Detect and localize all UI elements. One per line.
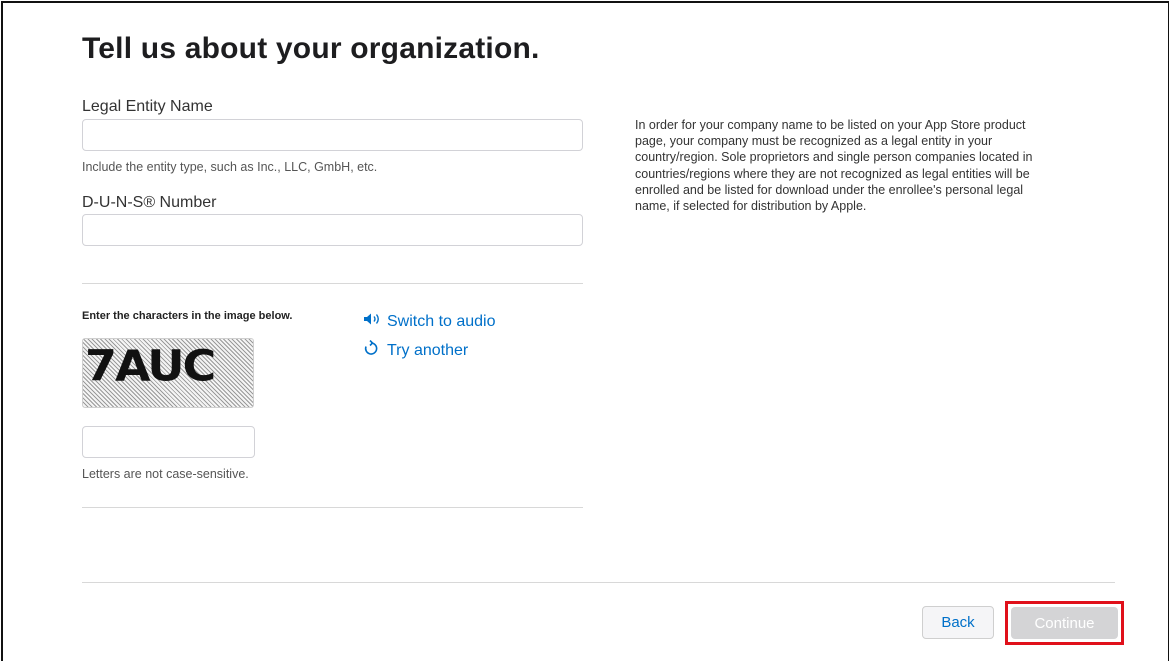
duns-number-input[interactable] — [82, 214, 583, 246]
captcha-hint: Letters are not case-sensitive. — [82, 467, 249, 481]
try-another-label: Try another — [387, 341, 469, 359]
switch-to-audio-link[interactable]: Switch to audio — [363, 312, 496, 331]
continue-button[interactable]: Continue — [1011, 607, 1118, 639]
switch-to-audio-label: Switch to audio — [387, 312, 496, 330]
captcha-characters: 7AUC — [85, 341, 216, 391]
legal-entity-hint: Include the entity type, such as Inc., L… — [82, 160, 378, 174]
duns-number-label: D-U-N-S® Number — [82, 194, 217, 211]
captcha-divider — [82, 507, 583, 508]
back-button[interactable]: Back — [922, 606, 994, 639]
captcha-image: 7AUC — [82, 338, 254, 408]
section-divider — [82, 283, 583, 284]
page-title: Tell us about your organization. — [82, 32, 540, 65]
speaker-icon — [363, 312, 383, 331]
try-another-link[interactable]: Try another — [363, 339, 469, 361]
legal-entity-name-label: Legal Entity Name — [82, 98, 213, 115]
legal-entity-name-input[interactable] — [82, 119, 583, 151]
refresh-icon — [363, 339, 383, 361]
footer-divider — [82, 582, 1115, 583]
legal-entity-info-text: In order for your company name to be lis… — [635, 118, 1033, 214]
captcha-input[interactable] — [82, 426, 255, 458]
captcha-prompt: Enter the characters in the image below. — [82, 310, 293, 322]
